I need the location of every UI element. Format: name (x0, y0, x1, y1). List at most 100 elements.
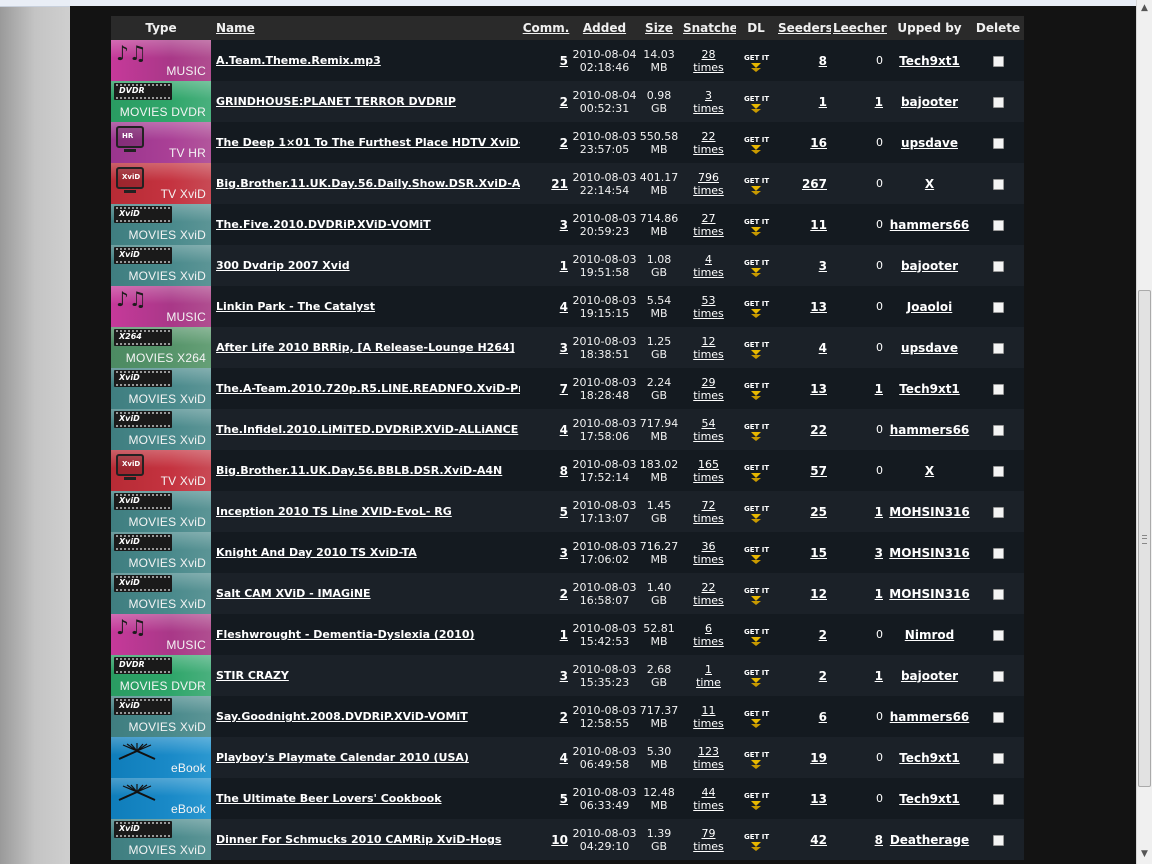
seeders-link[interactable]: 42 (810, 833, 827, 847)
comments-link[interactable]: 10 (551, 833, 568, 847)
uploader-link[interactable]: Joaoloi (907, 300, 953, 314)
snatched-link[interactable]: 22 times (681, 581, 736, 607)
seeders-link[interactable]: 13 (810, 382, 827, 396)
torrent-name-link[interactable]: Linkin Park - The Catalyst (216, 300, 375, 313)
seeders-link[interactable]: 13 (810, 792, 827, 806)
leechers-link[interactable]: 1 (875, 505, 883, 519)
snatched-link[interactable]: 29 times (681, 376, 736, 402)
download-get-it-button[interactable]: GET IT (744, 792, 769, 810)
delete-checkbox[interactable] (992, 260, 1004, 272)
torrent-name-link[interactable]: After Life 2010 BRRip, [A Release-Lounge… (216, 341, 515, 354)
uploader-link[interactable]: Tech9xt1 (899, 54, 960, 68)
comments-link[interactable]: 21 (551, 177, 568, 191)
snatched-link[interactable]: 165 times (681, 458, 736, 484)
snatched-link[interactable]: 54 times (681, 417, 736, 443)
comments-link[interactable]: 3 (560, 669, 568, 683)
col-size-sort[interactable]: Size (637, 16, 681, 40)
category-icon-xvid[interactable]: XviD MOVIES XviD (111, 819, 211, 860)
snatched-link[interactable]: 4 times (681, 253, 736, 279)
delete-checkbox[interactable] (992, 711, 1004, 723)
seeders-link[interactable]: 2 (819, 628, 827, 642)
torrent-name-link[interactable]: Big.Brother.11.UK.Day.56.BBLB.DSR.XviD-A… (216, 464, 502, 477)
category-icon-xvid[interactable]: XviD MOVIES XviD (111, 409, 211, 450)
torrent-name-link[interactable]: Knight And Day 2010 TS XviD-TA (216, 546, 417, 559)
category-icon-xvid[interactable]: XviD MOVIES XviD (111, 532, 211, 573)
snatched-link[interactable]: 44 times (681, 786, 736, 812)
leechers-link[interactable]: 1 (875, 95, 883, 109)
category-icon-x264[interactable]: X264 MOVIES X264 (111, 327, 211, 368)
comments-link[interactable]: 2 (560, 95, 568, 109)
vertical-scrollbar[interactable]: ▲ ▼ (1136, 0, 1152, 864)
uploader-link[interactable]: bajooter (901, 669, 958, 683)
seeders-link[interactable]: 4 (819, 341, 827, 355)
category-icon-tvhr[interactable]: HR TV HR (111, 122, 211, 163)
comments-link[interactable]: 7 (560, 382, 568, 396)
delete-checkbox[interactable] (992, 465, 1004, 477)
torrent-name-link[interactable]: Salt CAM XViD - IMAGiNE (216, 587, 371, 600)
scrollbar-thumb[interactable] (1138, 290, 1151, 787)
torrent-name-link[interactable]: Say.Goodnight.2008.DVDRiP.XViD-VOMiT (216, 710, 468, 723)
delete-checkbox[interactable] (992, 137, 1004, 149)
category-icon-music[interactable]: ♪♫ MUSIC (111, 614, 211, 655)
seeders-link[interactable]: 1 (819, 95, 827, 109)
category-icon-xvid[interactable]: XviD MOVIES XviD (111, 204, 211, 245)
comments-link[interactable]: 3 (560, 341, 568, 355)
delete-checkbox[interactable] (992, 219, 1004, 231)
download-get-it-button[interactable]: GET IT (744, 464, 769, 482)
comments-link[interactable]: 1 (560, 628, 568, 642)
snatched-link[interactable]: 1 time (681, 663, 736, 689)
leechers-link[interactable]: 1 (875, 587, 883, 601)
seeders-link[interactable]: 6 (819, 710, 827, 724)
torrent-name-link[interactable]: Fleshwrought - Dementia-Dyslexia (2010) (216, 628, 475, 641)
uploader-link[interactable]: Nimrod (905, 628, 954, 642)
uploader-link[interactable]: hammers66 (890, 218, 970, 232)
download-get-it-button[interactable]: GET IT (744, 259, 769, 277)
category-icon-music[interactable]: ♪♫ MUSIC (111, 286, 211, 327)
download-get-it-button[interactable]: GET IT (744, 218, 769, 236)
comments-link[interactable]: 4 (560, 300, 568, 314)
torrent-name-link[interactable]: A.Team.Theme.Remix.mp3 (216, 54, 381, 67)
category-icon-tvxvid[interactable]: XviD TV XviD (111, 163, 211, 204)
snatched-link[interactable]: 36 times (681, 540, 736, 566)
seeders-link[interactable]: 13 (810, 300, 827, 314)
snatched-link[interactable]: 123 times (681, 745, 736, 771)
download-get-it-button[interactable]: GET IT (744, 382, 769, 400)
delete-checkbox[interactable] (992, 547, 1004, 559)
leechers-link[interactable]: 8 (875, 833, 883, 847)
category-icon-tvxvid[interactable]: XviD TV XviD (111, 450, 211, 491)
torrent-name-link[interactable]: Playboy's Playmate Calendar 2010 (USA) (216, 751, 469, 764)
seeders-link[interactable]: 25 (810, 505, 827, 519)
torrent-name-link[interactable]: 300 Dvdrip 2007 Xvid (216, 259, 350, 272)
comments-link[interactable]: 5 (560, 792, 568, 806)
comments-link[interactable]: 5 (560, 54, 568, 68)
uploader-link[interactable]: Tech9xt1 (899, 792, 960, 806)
uploader-link[interactable]: upsdave (901, 136, 958, 150)
delete-checkbox[interactable] (992, 670, 1004, 682)
scroll-down-icon[interactable]: ▼ (1139, 849, 1150, 860)
uploader-link[interactable]: upsdave (901, 341, 958, 355)
download-get-it-button[interactable]: GET IT (744, 751, 769, 769)
snatched-link[interactable]: 79 times (681, 827, 736, 853)
delete-checkbox[interactable] (992, 301, 1004, 313)
snatched-link[interactable]: 22 times (681, 130, 736, 156)
category-icon-music[interactable]: ♪♫ MUSIC (111, 40, 211, 81)
torrent-name-link[interactable]: Big.Brother.11.UK.Day.56.Daily.Show.DSR.… (216, 177, 520, 190)
leechers-link[interactable]: 1 (875, 382, 883, 396)
torrent-name-link[interactable]: GRINDHOUSE:PLANET TERROR DVDRIP (216, 95, 456, 108)
snatched-link[interactable]: 28 times (681, 48, 736, 74)
torrent-name-link[interactable]: Dinner For Schmucks 2010 CAMRip XviD-Hog… (216, 833, 501, 846)
col-leechers-sort[interactable]: Leechers (831, 16, 887, 40)
torrent-name-link[interactable]: The.Five.2010.DVDRiP.XViD-VOMiT (216, 218, 431, 231)
download-get-it-button[interactable]: GET IT (744, 587, 769, 605)
uploader-link[interactable]: MOHSIN316 (889, 546, 969, 560)
torrent-name-link[interactable]: The Deep 1×01 To The Furthest Place HDTV… (216, 136, 520, 149)
category-icon-ebook[interactable]: eBook (111, 737, 211, 778)
snatched-link[interactable]: 72 times (681, 499, 736, 525)
seeders-link[interactable]: 12 (810, 587, 827, 601)
leechers-link[interactable]: 3 (875, 546, 883, 560)
scroll-up-icon[interactable]: ▲ (1139, 3, 1150, 14)
download-get-it-button[interactable]: GET IT (744, 505, 769, 523)
download-get-it-button[interactable]: GET IT (744, 833, 769, 851)
download-get-it-button[interactable]: GET IT (744, 546, 769, 564)
snatched-link[interactable]: 6 times (681, 622, 736, 648)
